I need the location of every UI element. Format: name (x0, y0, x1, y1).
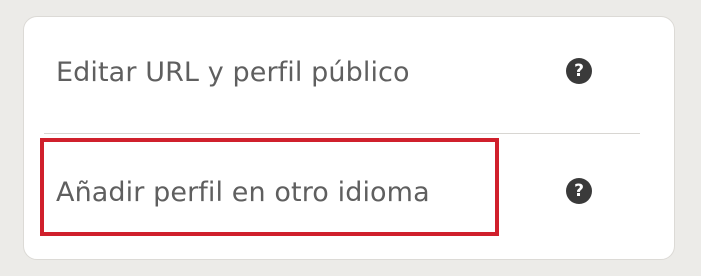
question-circle-icon[interactable]: ? (566, 58, 592, 84)
question-circle-icon[interactable]: ? (566, 178, 592, 204)
edit-url-public-profile-label[interactable]: Editar URL y perfil público (56, 57, 410, 88)
divider (44, 133, 640, 134)
add-profile-other-language-label[interactable]: Añadir perfil en otro idioma (56, 177, 430, 208)
profile-settings-card (23, 16, 675, 260)
